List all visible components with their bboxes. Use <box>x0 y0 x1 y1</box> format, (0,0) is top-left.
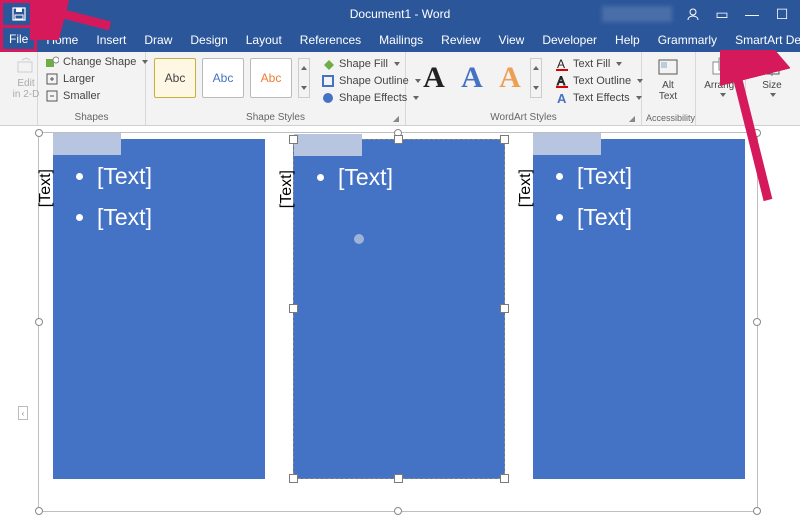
ribbon: Edit in 2-D Change Shape Larger Smaller … <box>0 52 800 126</box>
tab-insert[interactable]: Insert <box>87 28 135 52</box>
shape-side-label[interactable]: [Text] <box>37 169 55 207</box>
accessibility-label: Accessibility <box>646 113 691 125</box>
selection-handle[interactable] <box>753 507 761 515</box>
smartart-group[interactable]: [Text] [Text] [Text] [Text] [Text] <box>38 132 758 512</box>
svg-text:A: A <box>557 57 565 71</box>
shape-side-label[interactable]: [Text] <box>278 170 296 208</box>
shape-fill-icon <box>321 57 335 71</box>
tab-home[interactable]: Home <box>37 28 87 52</box>
tab-design[interactable]: Design <box>181 28 236 52</box>
shape-bullet[interactable]: [Text] <box>338 164 504 191</box>
dialog-launcher-icon[interactable]: ◢ <box>629 114 635 123</box>
shape-tab <box>53 133 121 155</box>
save-button[interactable] <box>0 0 38 28</box>
smaller-icon <box>45 89 59 103</box>
text-effects-button[interactable]: AText Effects <box>552 90 646 106</box>
shape-bullet[interactable]: [Text] <box>577 204 745 231</box>
selection-handle[interactable] <box>394 474 403 483</box>
margin-guide-icon: ‹ <box>18 406 28 420</box>
shape-styles-label: Shape Styles◢ <box>150 112 401 125</box>
text-effects-icon: A <box>555 91 569 105</box>
larger-icon <box>45 72 59 86</box>
shape-bullet[interactable]: [Text] <box>97 163 265 190</box>
edit-2d-icon <box>16 56 36 76</box>
smartart-shape-2[interactable]: [Text] [Text] <box>293 139 505 479</box>
tab-mailings[interactable]: Mailings <box>370 28 432 52</box>
svg-text:A: A <box>557 91 567 105</box>
alt-text-icon <box>657 56 679 78</box>
dialog-launcher-icon[interactable]: ◢ <box>393 114 399 123</box>
document-title: Document1 - Word <box>350 7 450 21</box>
tab-smartart-design[interactable]: SmartArt Design <box>726 28 800 52</box>
smaller-button[interactable]: Smaller <box>42 88 151 104</box>
text-outline-icon: A <box>555 74 569 88</box>
tab-view[interactable]: View <box>490 28 534 52</box>
change-shape-icon <box>45 55 59 69</box>
tab-grammarly[interactable]: Grammarly <box>649 28 726 52</box>
shape-style-2[interactable]: Abc <box>202 58 244 98</box>
wordart-styles-label: WordArt Styles◢ <box>410 112 637 125</box>
selection-handle[interactable] <box>500 135 509 144</box>
selection-handle[interactable] <box>35 507 43 515</box>
account-icon[interactable] <box>686 7 700 21</box>
selection-handle[interactable] <box>289 304 298 313</box>
wordart-more-icon[interactable] <box>530 58 542 98</box>
gallery-more-icon[interactable] <box>298 58 310 98</box>
alt-text-button[interactable]: Alt Text <box>646 54 690 104</box>
shape-bullet[interactable]: [Text] <box>577 163 745 190</box>
shape-style-gallery[interactable]: Abc Abc Abc <box>150 54 314 102</box>
selection-handle[interactable] <box>500 474 509 483</box>
shape-side-label[interactable]: [Text] <box>517 169 535 207</box>
wordart-style-3[interactable]: A <box>492 56 528 100</box>
smartart-shape-1[interactable]: [Text] [Text] [Text] <box>53 139 265 479</box>
tab-draw[interactable]: Draw <box>135 28 181 52</box>
selection-handle[interactable] <box>394 135 403 144</box>
maximize-button[interactable]: ☐ <box>774 6 790 23</box>
selection-handle[interactable] <box>394 507 402 515</box>
ribbon-tabs: File Home Insert Draw Design Layout Refe… <box>0 28 800 52</box>
shape-effects-icon <box>321 91 335 105</box>
svg-text:A: A <box>557 74 565 88</box>
shape-style-1[interactable]: Abc <box>154 58 196 98</box>
shape-outline-icon <box>321 74 335 88</box>
selection-handle[interactable] <box>289 474 298 483</box>
selection-handle[interactable] <box>35 129 43 137</box>
wordart-gallery[interactable]: A A A <box>410 54 548 102</box>
selection-handle[interactable] <box>753 318 761 326</box>
arrange-icon <box>711 56 733 78</box>
size-button[interactable]: Size <box>750 54 794 99</box>
selection-handle[interactable] <box>35 318 43 326</box>
selection-handle[interactable] <box>289 135 298 144</box>
selection-handle[interactable] <box>753 129 761 137</box>
size-icon <box>761 56 783 78</box>
smartart-shape-3[interactable]: [Text] [Text] [Text] <box>533 139 745 479</box>
selection-handle[interactable] <box>500 304 509 313</box>
shape-tab <box>533 133 601 155</box>
shape-style-3[interactable]: Abc <box>250 58 292 98</box>
shape-bullet[interactable]: [Text] <box>97 204 265 231</box>
tab-references[interactable]: References <box>291 28 370 52</box>
change-shape-button[interactable]: Change Shape <box>42 54 151 70</box>
text-cursor-icon <box>354 234 364 244</box>
tab-review[interactable]: Review <box>432 28 489 52</box>
text-fill-button[interactable]: AText Fill <box>552 56 646 72</box>
tab-file[interactable]: File <box>0 28 37 52</box>
account-name[interactable] <box>602 6 672 22</box>
tab-layout[interactable]: Layout <box>237 28 291 52</box>
shape-tab <box>294 134 362 156</box>
minimize-button[interactable]: — <box>744 6 760 22</box>
ribbon-options-button[interactable]: ▭ <box>714 6 730 23</box>
text-outline-button[interactable]: AText Outline <box>552 73 646 89</box>
larger-button[interactable]: Larger <box>42 71 151 87</box>
arrange-button[interactable]: Arrange <box>700 54 744 99</box>
tab-help[interactable]: Help <box>606 28 649 52</box>
title-bar: Document1 - Word ▭ — ☐ <box>0 0 800 28</box>
wordart-style-2[interactable]: A <box>454 56 490 100</box>
shapes-group-label: Shapes <box>42 112 141 125</box>
document-area[interactable]: ‹ [Text] [Text] [Text] [Text] [Text] <box>0 126 800 531</box>
tab-developer[interactable]: Developer <box>533 28 606 52</box>
text-fill-icon: A <box>555 57 569 71</box>
wordart-style-1[interactable]: A <box>416 56 452 100</box>
